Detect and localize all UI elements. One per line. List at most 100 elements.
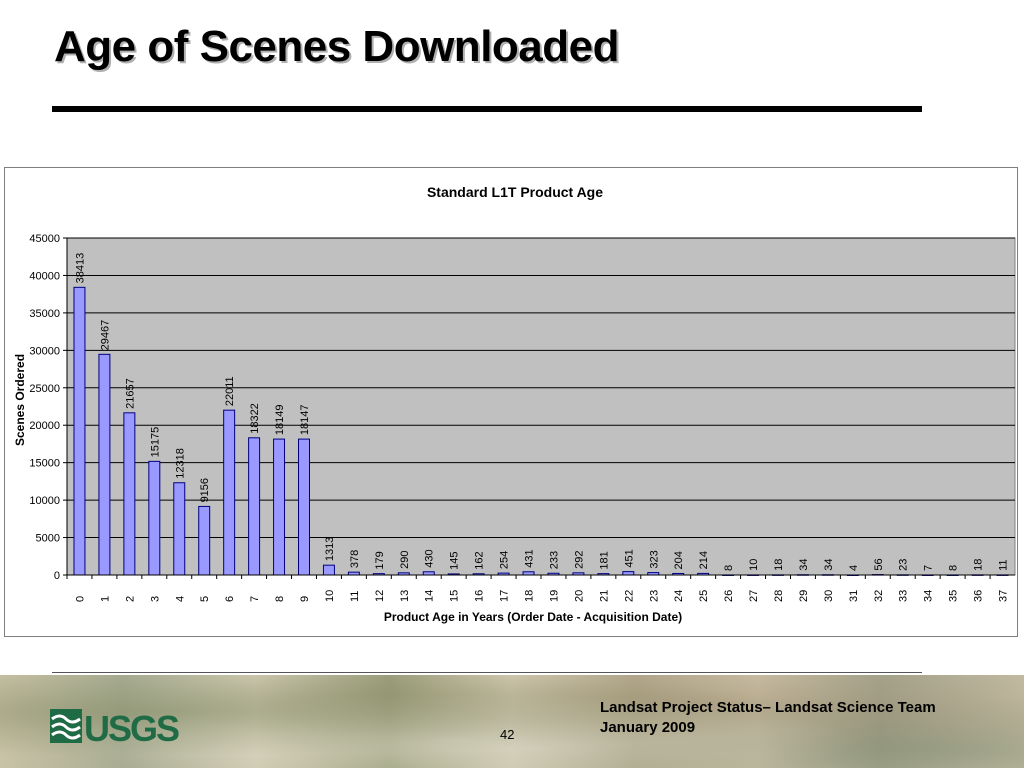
data-label: 29467 [99, 320, 111, 351]
bar-1 [98, 353, 111, 576]
title-divider [52, 106, 922, 112]
x-tick-label: 31 [848, 590, 860, 602]
x-tick-label: 12 [374, 590, 386, 602]
bar-3 [148, 460, 161, 576]
x-tick-label: 7 [249, 596, 261, 602]
x-tick-label: 9 [299, 596, 311, 602]
x-tick-label: 35 [948, 590, 960, 602]
y-tick-label: 5000 [36, 533, 60, 545]
data-label: 145 [449, 552, 461, 570]
x-tick-label: 32 [873, 590, 885, 602]
x-tick-label: 36 [973, 590, 985, 602]
x-tick-label: 2 [124, 596, 136, 602]
x-tick-label: 26 [723, 590, 735, 602]
bar-7 [248, 437, 261, 576]
x-tick-label: 19 [548, 590, 560, 602]
y-tick-label: 30000 [29, 345, 60, 357]
x-tick-label: 14 [424, 590, 436, 602]
data-label: 38413 [74, 253, 86, 284]
data-label: 290 [399, 550, 411, 568]
usgs-logo: USGS [50, 708, 181, 747]
data-label: 34 [798, 558, 810, 570]
x-tick-label: 1 [99, 596, 111, 602]
data-label: 34 [823, 558, 835, 570]
bar-chart: Standard L1T Product Age 0 5000 10000 15000… [13, 184, 1016, 624]
data-label: 4 [848, 565, 860, 571]
data-label: 18322 [249, 403, 261, 434]
x-tick-label: 37 [998, 590, 1010, 602]
x-tick-label: 4 [174, 596, 186, 602]
x-tick-label: 23 [648, 590, 660, 602]
x-axis-title: Product Age in Years (Order Date - Acqui… [384, 610, 682, 624]
bar-8 [273, 438, 286, 576]
x-tick-label: 15 [449, 590, 461, 602]
x-tick-label: 22 [623, 590, 635, 602]
footer-date: January 2009 [600, 719, 696, 736]
data-label: 11 [998, 559, 1010, 570]
data-label: 56 [873, 558, 885, 570]
x-tick-label: 20 [573, 590, 585, 602]
x-tick-label: 11 [349, 591, 361, 602]
data-label: 181 [598, 551, 610, 569]
svg-text:USGS: USGS [84, 708, 179, 747]
y-tick-label: 40000 [29, 270, 60, 282]
x-tick-label: 0 [74, 596, 86, 602]
x-tick-label: 27 [748, 590, 760, 602]
data-label: 12318 [174, 448, 186, 479]
y-tick-label: 15000 [29, 458, 60, 470]
x-tick-label: 28 [773, 590, 785, 602]
bar-6 [223, 409, 236, 576]
x-axis: 0 1 2 3 4 5 6 7 8 9 10 11 12 13 14 15 16 17 18 19 20 21 22 23 24… [66, 574, 1015, 602]
data-label: 431 [524, 549, 536, 567]
data-label: 21657 [124, 378, 136, 409]
data-label: 378 [349, 550, 361, 568]
data-label: 1313 [324, 537, 336, 561]
data-label: 18149 [274, 404, 286, 435]
x-tick-label: 29 [798, 590, 810, 602]
x-tick-label: 5 [199, 596, 211, 602]
chart-container: Standard L1T Product Age 0 5000 10000 15000… [4, 167, 1018, 637]
page-number: 42 [500, 727, 515, 742]
x-tick-label: 17 [499, 590, 511, 602]
x-tick-label: 13 [399, 590, 411, 602]
data-label: 10 [748, 559, 760, 571]
bar-9 [298, 438, 310, 576]
bar-0 [73, 286, 86, 576]
x-tick-label: 3 [149, 596, 161, 602]
data-label: 204 [673, 551, 685, 569]
footer-banner: USGS 42 Landsat Project Status– Landsat … [0, 675, 1024, 768]
data-label: 162 [474, 551, 486, 569]
data-label: 323 [648, 550, 660, 568]
y-axis: 0 5000 10000 15000 20000 25000 30000 35000 40000… [29, 233, 68, 582]
data-label: 254 [499, 551, 511, 569]
x-tick-label: 10 [324, 590, 336, 602]
x-tick-label: 8 [274, 596, 286, 602]
x-tick-label: 6 [224, 596, 236, 602]
y-tick-label: 25000 [29, 383, 60, 395]
bar-10 [322, 564, 335, 576]
data-label: 22011 [224, 376, 236, 406]
y-tick-label: 10000 [29, 495, 60, 507]
x-tick-label: 33 [898, 590, 910, 602]
data-label: 233 [548, 551, 560, 569]
x-tick-label: 25 [698, 590, 710, 602]
data-label: 8 [723, 565, 735, 571]
x-tick-label: 30 [823, 590, 835, 602]
data-label: 18147 [299, 405, 311, 436]
data-label: 7 [923, 565, 935, 571]
bar-4 [173, 482, 186, 576]
data-label: 23 [898, 559, 910, 571]
x-tick-label: 21 [598, 590, 610, 602]
data-label: 292 [573, 550, 585, 568]
y-tick-label: 0 [54, 570, 60, 582]
data-label: 179 [374, 551, 386, 569]
bar-2 [123, 412, 136, 576]
data-label: 451 [623, 549, 635, 567]
data-label: 18 [773, 559, 785, 571]
x-tick-label: 24 [673, 590, 685, 602]
data-label: 214 [698, 551, 710, 569]
data-label: 430 [424, 549, 436, 567]
bar-22 [622, 571, 635, 576]
y-tick-label: 45000 [29, 233, 60, 245]
y-axis-title: Scenes Ordered [13, 354, 27, 446]
